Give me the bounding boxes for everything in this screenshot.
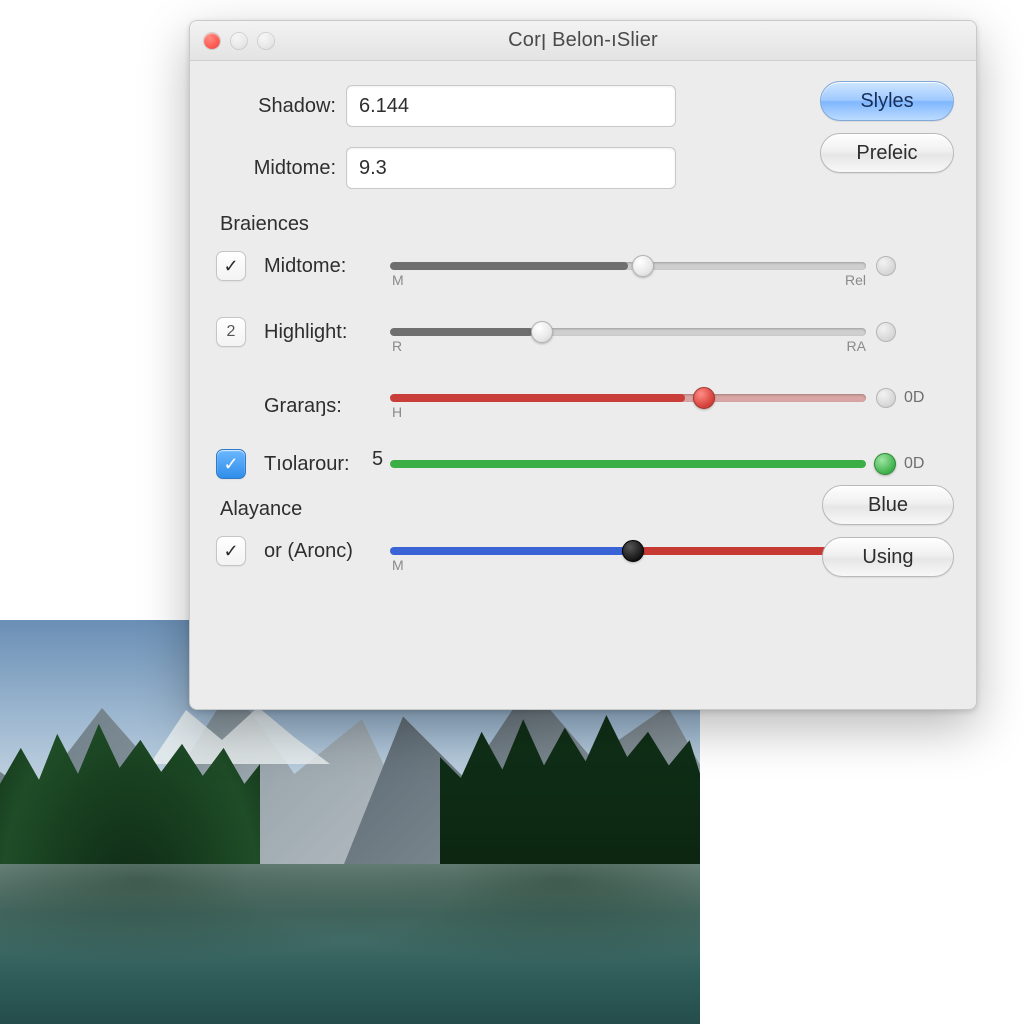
shadow-input[interactable] bbox=[346, 85, 676, 127]
midtome-tick-right: Rel bbox=[845, 272, 866, 288]
tiolarour-checkbox[interactable]: ✓ bbox=[216, 449, 246, 479]
prefeic-button[interactable]: Preſeic bbox=[820, 133, 954, 173]
tiolarour-slider[interactable]: 5 bbox=[390, 444, 896, 484]
midtome-tick-left: M bbox=[392, 272, 404, 288]
traffic-lights bbox=[190, 33, 274, 49]
color-dialog-window: Corן Belon-ıSlier Slyles Preſeic Shadow:… bbox=[189, 20, 977, 710]
titlebar[interactable]: Corן Belon-ıSlier bbox=[190, 21, 976, 61]
midtome-slider-label: Midtome: bbox=[264, 255, 382, 278]
grarans-right-label: 0D bbox=[904, 389, 950, 407]
minimize-icon[interactable] bbox=[231, 33, 247, 49]
grarans-slider[interactable]: H bbox=[390, 378, 896, 418]
close-icon[interactable] bbox=[204, 33, 220, 49]
window-title: Corן Belon-ıSlier bbox=[190, 29, 976, 52]
tiolarour-slider-label: Tıolarour: bbox=[264, 453, 382, 476]
highlight-slider-label: Highlight: bbox=[264, 321, 382, 344]
highlight-tick-right: RA bbox=[847, 338, 866, 354]
midtome-input[interactable] bbox=[346, 147, 676, 189]
blue-button[interactable]: Blue bbox=[822, 485, 954, 525]
balance-slider-label: or (Aronc) bbox=[264, 540, 382, 563]
highlight-tick-left: R bbox=[392, 338, 402, 354]
zoom-icon[interactable] bbox=[258, 33, 274, 49]
balance-tick-left: M bbox=[392, 557, 404, 573]
using-button[interactable]: Using bbox=[822, 537, 954, 577]
midtome-slider[interactable]: M Rel bbox=[390, 246, 896, 286]
highlight-checkbox[interactable]: 2 bbox=[216, 317, 246, 347]
balance-checkbox[interactable]: ✓ bbox=[216, 536, 246, 566]
highlight-slider-end-icon bbox=[876, 322, 896, 342]
midtome-input-label: Midtome: bbox=[216, 157, 346, 180]
shadow-label: Shadow: bbox=[216, 95, 346, 118]
braiences-section-label: Braiences bbox=[220, 213, 950, 236]
grarans-tick-left: H bbox=[392, 404, 402, 420]
tiolarour-right-label: 0D bbox=[904, 455, 950, 473]
grarans-slider-end-icon bbox=[876, 388, 896, 408]
tiolarour-value: 5 bbox=[372, 448, 383, 471]
balance-slider[interactable]: M bbox=[390, 531, 896, 571]
grarans-slider-label: Graraŋs: bbox=[264, 395, 382, 418]
styles-button[interactable]: Slyles bbox=[820, 81, 954, 121]
midtome-slider-end-icon bbox=[876, 256, 896, 276]
highlight-slider[interactable]: R RA bbox=[390, 312, 896, 352]
midtome-checkbox[interactable]: ✓ bbox=[216, 251, 246, 281]
